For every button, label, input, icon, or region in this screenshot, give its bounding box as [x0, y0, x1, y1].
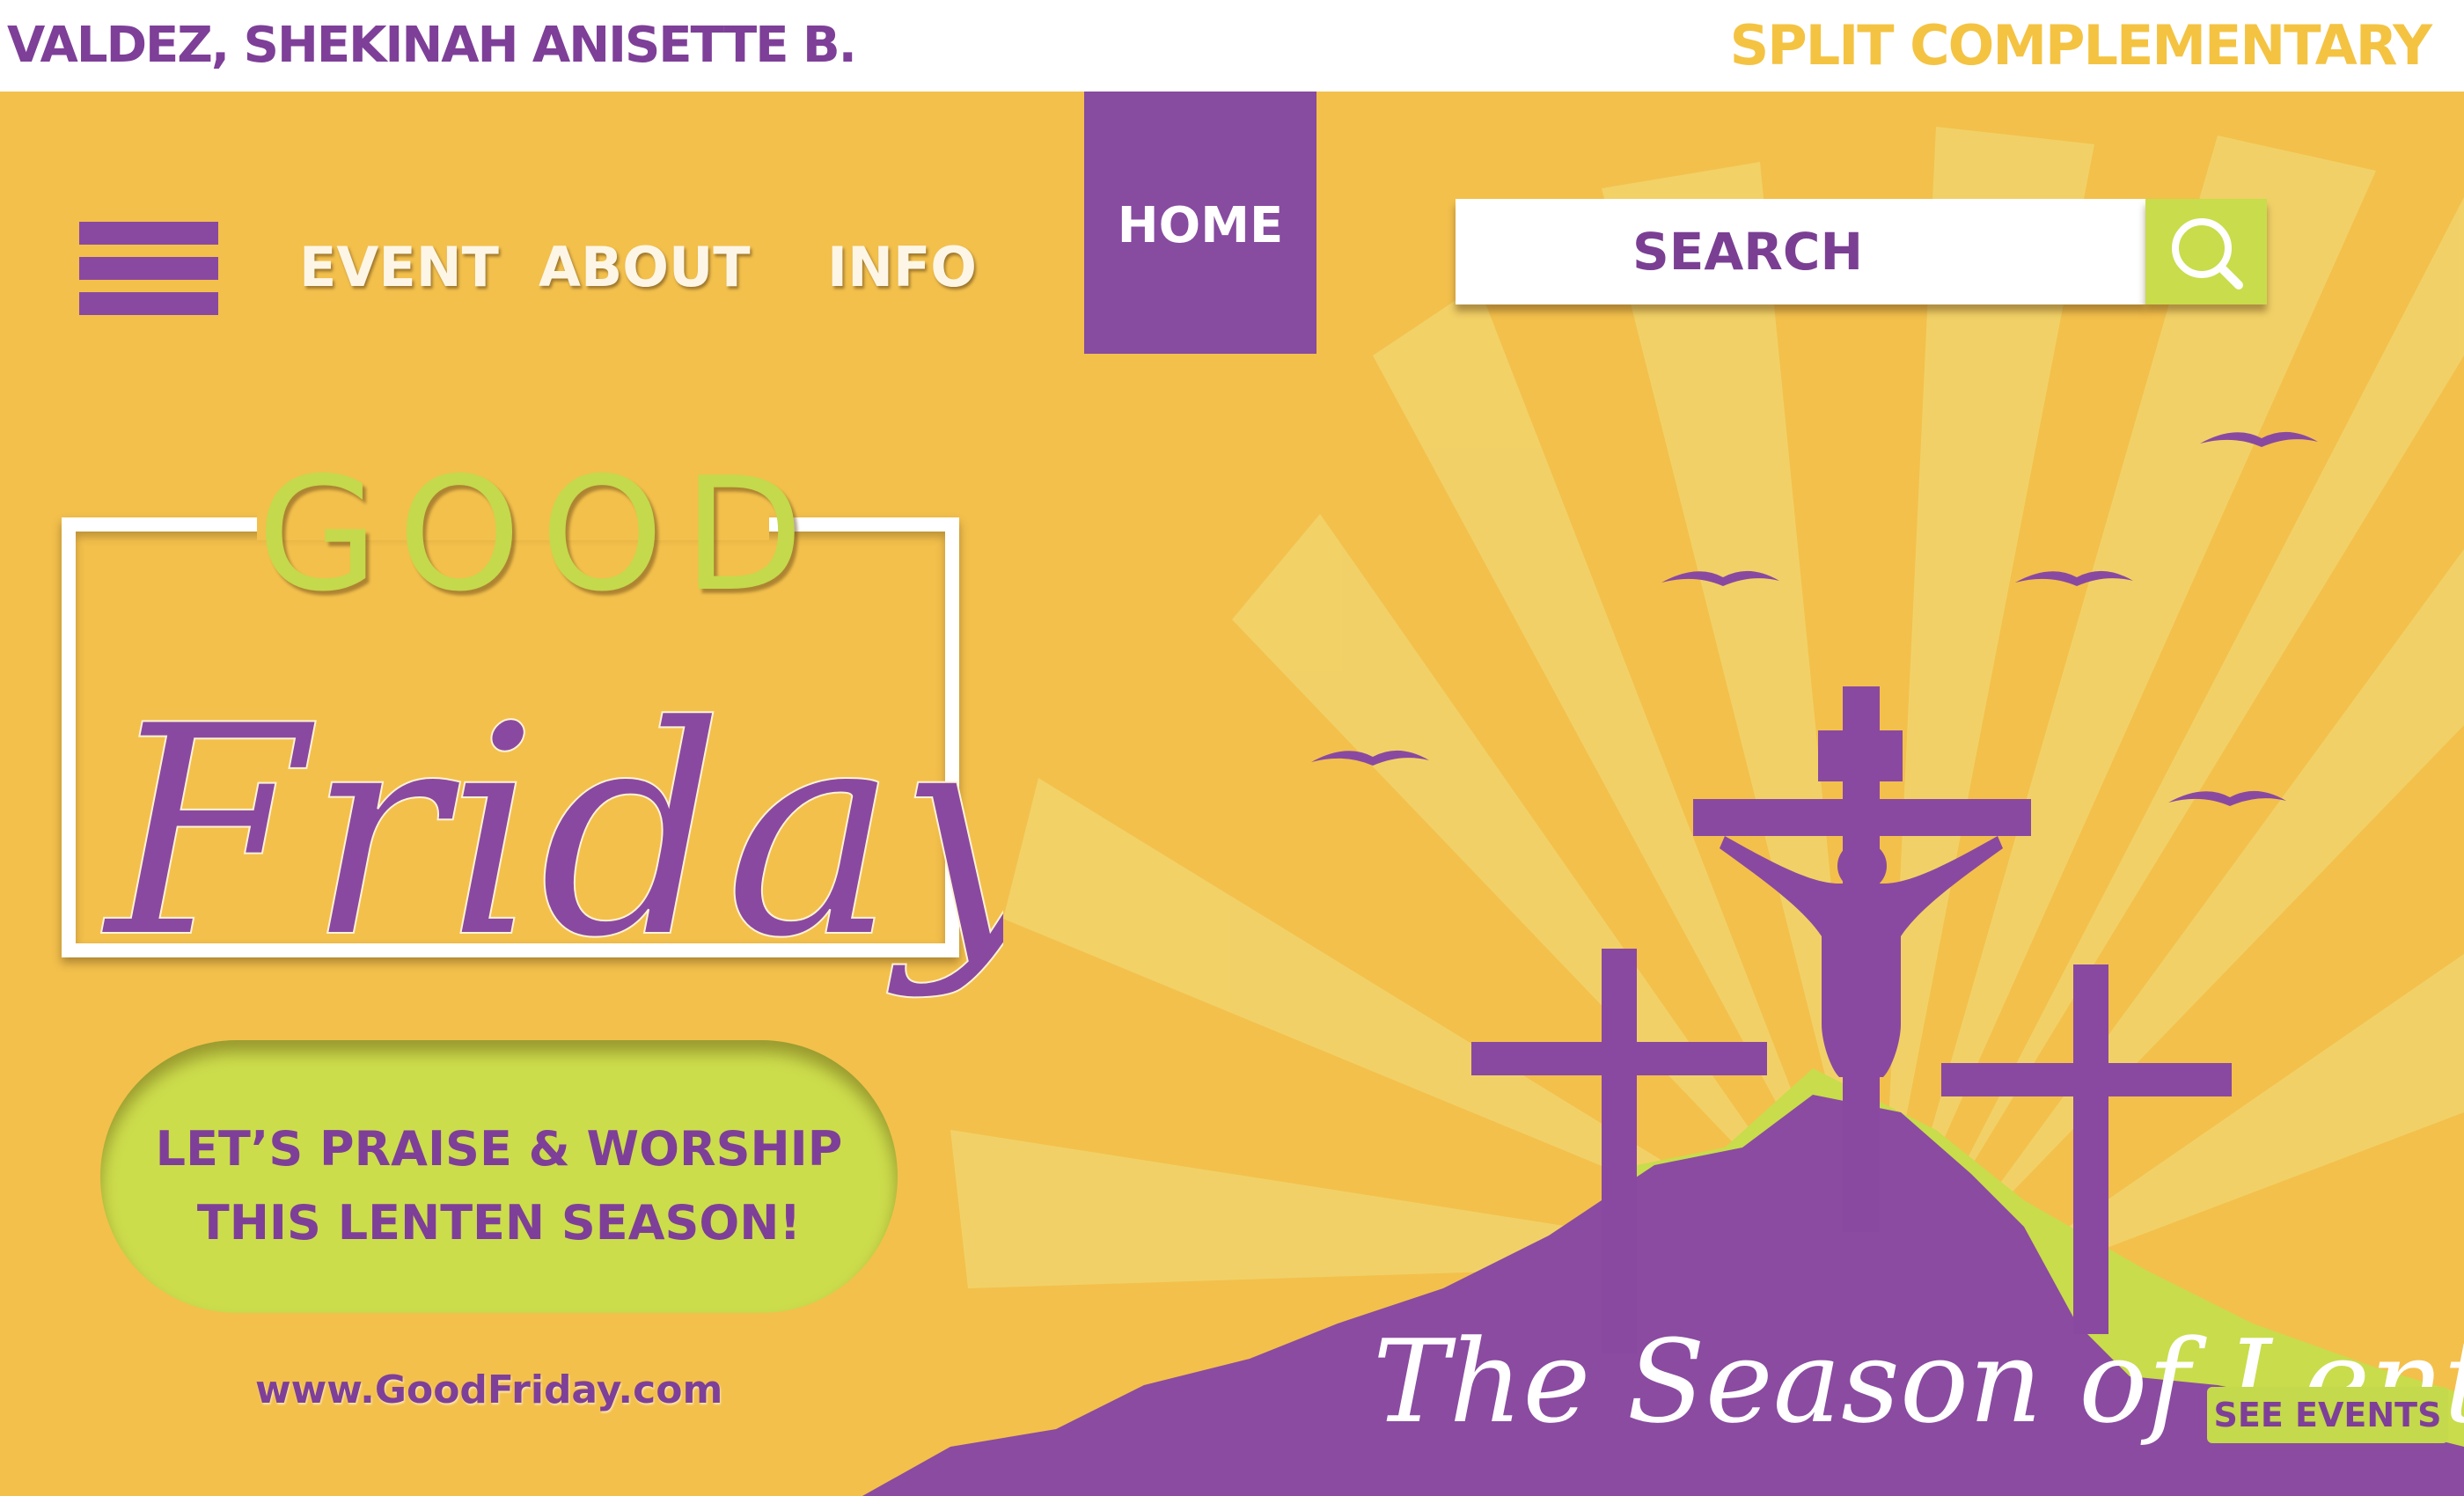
nav-event[interactable]: EVENT: [299, 232, 499, 303]
title-strip: VALDEZ, SHEKINAH ANISETTE B. SPLIT COMPL…: [0, 0, 2464, 92]
cta-line-2: THIS LENTEN SEASON!: [196, 1195, 802, 1250]
menu-bar: [79, 222, 218, 245]
nav-home-tab[interactable]: HOME: [1084, 92, 1316, 354]
cta-button[interactable]: LET’S PRAISE & WORSHIP THIS LENTEN SEASO…: [100, 1040, 898, 1313]
title-friday-text: Friday: [101, 664, 1003, 1001]
menu-bar: [79, 257, 218, 280]
magnifier-icon: [2172, 218, 2243, 290]
nav-info[interactable]: INFO: [827, 232, 977, 303]
search-button[interactable]: [2145, 199, 2267, 304]
nav-about[interactable]: ABOUT: [539, 232, 751, 303]
hero-banner: EVENT ABOUT INFO HOME GOOD Friday LET’S …: [0, 92, 2464, 1496]
author-name: VALDEZ, SHEKINAH ANISETTE B.: [7, 17, 857, 74]
website-link[interactable]: www.GoodFriday.com: [255, 1368, 722, 1412]
cta-line-1: LET’S PRAISE & WORSHIP: [155, 1121, 843, 1177]
search-input[interactable]: [1456, 199, 2145, 304]
nav-home-label: HOME: [1117, 197, 1284, 254]
see-events-button[interactable]: SEE EVENTS: [2207, 1387, 2448, 1443]
color-scheme-label: SPLIT COMPLEMENTARY: [1729, 13, 2432, 77]
title-friday: Friday: [100, 663, 1003, 1002]
hamburger-menu-icon[interactable]: [79, 222, 218, 317]
menu-bar: [79, 292, 218, 315]
